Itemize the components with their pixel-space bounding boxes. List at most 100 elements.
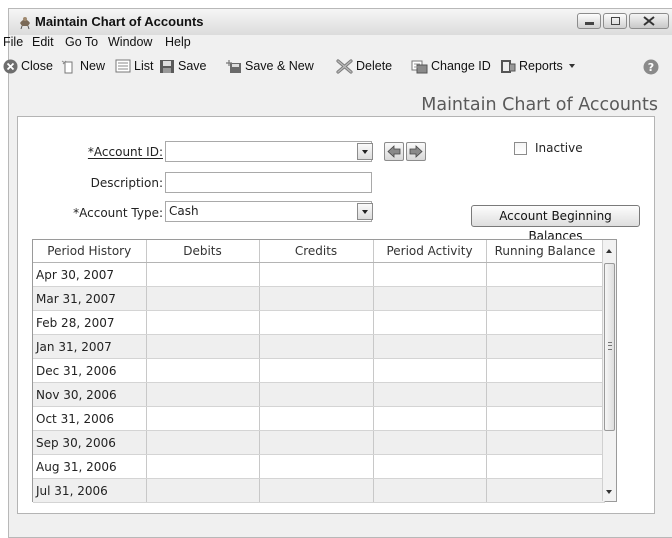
debits-cell[interactable] [146,478,260,503]
table-row[interactable]: Apr 30, 2007 [33,262,605,287]
delete-icon [336,58,353,74]
running-balance-cell [486,286,605,311]
description-label: Description: [90,176,163,190]
close-window-button[interactable] [629,13,669,29]
debits-cell[interactable] [146,286,260,311]
description-field[interactable] [165,172,372,193]
grid-header-row: Period History Debits Credits Period Act… [33,240,605,263]
debits-cell[interactable] [146,454,260,479]
period-cell: Feb 28, 2007 [33,310,147,335]
credits-cell[interactable] [259,334,374,359]
delete-button[interactable]: Delete [336,57,392,75]
new-button[interactable]: New [61,57,105,75]
credits-cell[interactable] [259,286,374,311]
save-new-button[interactable]: Save & New [225,57,314,75]
grip-icon [608,342,612,350]
menu-edit[interactable]: Edit [32,35,54,49]
table-row[interactable]: Sep 30, 2006 [33,430,605,455]
period-activity-cell [373,334,487,359]
new-icon [61,60,73,73]
period-cell: Jul 31, 2006 [33,478,147,503]
period-cell: Nov 30, 2006 [33,382,147,407]
credits-cell[interactable] [259,310,374,335]
debits-cell[interactable] [146,262,260,287]
delete-label: Delete [356,59,393,73]
minimize-button[interactable] [577,13,601,29]
table-row[interactable]: Dec 31, 2006 [33,358,605,383]
vertical-scrollbar[interactable] [602,240,616,501]
close-button[interactable]: Close [3,57,53,75]
save-button[interactable]: Save [159,57,207,75]
debits-cell[interactable] [146,430,260,455]
scrollbar-thumb[interactable] [604,263,615,431]
reports-label: Reports [519,59,563,73]
next-record-button[interactable] [406,142,426,161]
window-title: Maintain Chart of Accounts [35,14,204,29]
table-row[interactable]: Mar 31, 2007 [33,286,605,311]
new-label: New [80,59,106,73]
page-heading: Maintain Chart of Accounts [421,95,658,115]
credits-cell[interactable] [259,454,374,479]
period-activity-cell [373,310,487,335]
column-header-credits[interactable]: Credits [259,240,374,263]
account-id-label: *Account ID: [88,145,163,159]
menu-help[interactable]: Help [165,35,191,49]
maximize-button[interactable] [603,13,627,29]
table-row[interactable]: Feb 28, 2007 [33,310,605,335]
debits-cell[interactable] [146,406,260,431]
app-icon [20,17,30,30]
account-beginning-balances-button[interactable]: Account Beginning Balances [471,205,640,243]
period-cell: Apr 30, 2007 [33,262,147,287]
table-row[interactable]: Oct 31, 2006 [33,406,605,431]
column-header-period-activity[interactable]: Period Activity [373,240,487,263]
toolbar: Close New List Save Save & New Delete Ch… [3,55,672,77]
table-row[interactable]: Jan 31, 2007 [33,334,605,359]
scroll-up-icon[interactable] [606,249,612,253]
period-activity-cell [373,430,487,455]
period-cell: Mar 31, 2007 [33,286,147,311]
account-type-field[interactable]: Cash [165,201,372,222]
help-icon[interactable]: ? [643,59,659,75]
menu-window[interactable]: Window [108,35,152,49]
running-balance-cell [486,334,605,359]
change-id-icon [411,60,428,73]
debits-cell[interactable] [146,310,260,335]
column-header-debits[interactable]: Debits [146,240,260,263]
period-activity-cell [373,262,487,287]
close-icon [643,16,655,26]
list-button[interactable]: List [115,57,153,75]
debits-cell[interactable] [146,358,260,383]
account-id-field[interactable] [165,141,372,162]
scroll-down-icon[interactable] [606,490,612,494]
credits-cell[interactable] [259,382,374,407]
column-header-running-balance[interactable]: Running Balance [486,240,605,263]
credits-cell[interactable] [259,358,374,383]
previous-record-button[interactable] [384,142,404,161]
running-balance-cell [486,262,605,287]
account-type-dropdown-button[interactable] [357,203,373,220]
credits-cell[interactable] [259,406,374,431]
credits-cell[interactable] [259,262,374,287]
period-activity-cell [373,286,487,311]
table-row[interactable]: Jul 31, 2006 [33,478,605,503]
save-new-icon [226,59,241,73]
running-balance-cell [486,406,605,431]
title-bar[interactable]: Maintain Chart of Accounts [9,9,672,35]
minimize-icon [585,22,594,25]
menu-file[interactable]: File [3,35,23,49]
inactive-checkbox[interactable] [514,142,527,155]
column-header-period-history[interactable]: Period History [33,240,147,263]
close-circle-icon [3,59,18,73]
debits-cell[interactable] [146,334,260,359]
credits-cell[interactable] [259,430,374,455]
menu-goto[interactable]: Go To [65,35,98,49]
change-id-button[interactable]: Change ID [411,57,491,75]
credits-cell[interactable] [259,478,374,503]
save-new-label: Save & New [245,59,314,73]
arrow-left-icon [387,145,401,158]
table-row[interactable]: Nov 30, 2006 [33,382,605,407]
debits-cell[interactable] [146,382,260,407]
table-row[interactable]: Aug 31, 2006 [33,454,605,479]
reports-button[interactable]: Reports [500,57,575,75]
account-id-dropdown-button[interactable] [357,143,373,160]
